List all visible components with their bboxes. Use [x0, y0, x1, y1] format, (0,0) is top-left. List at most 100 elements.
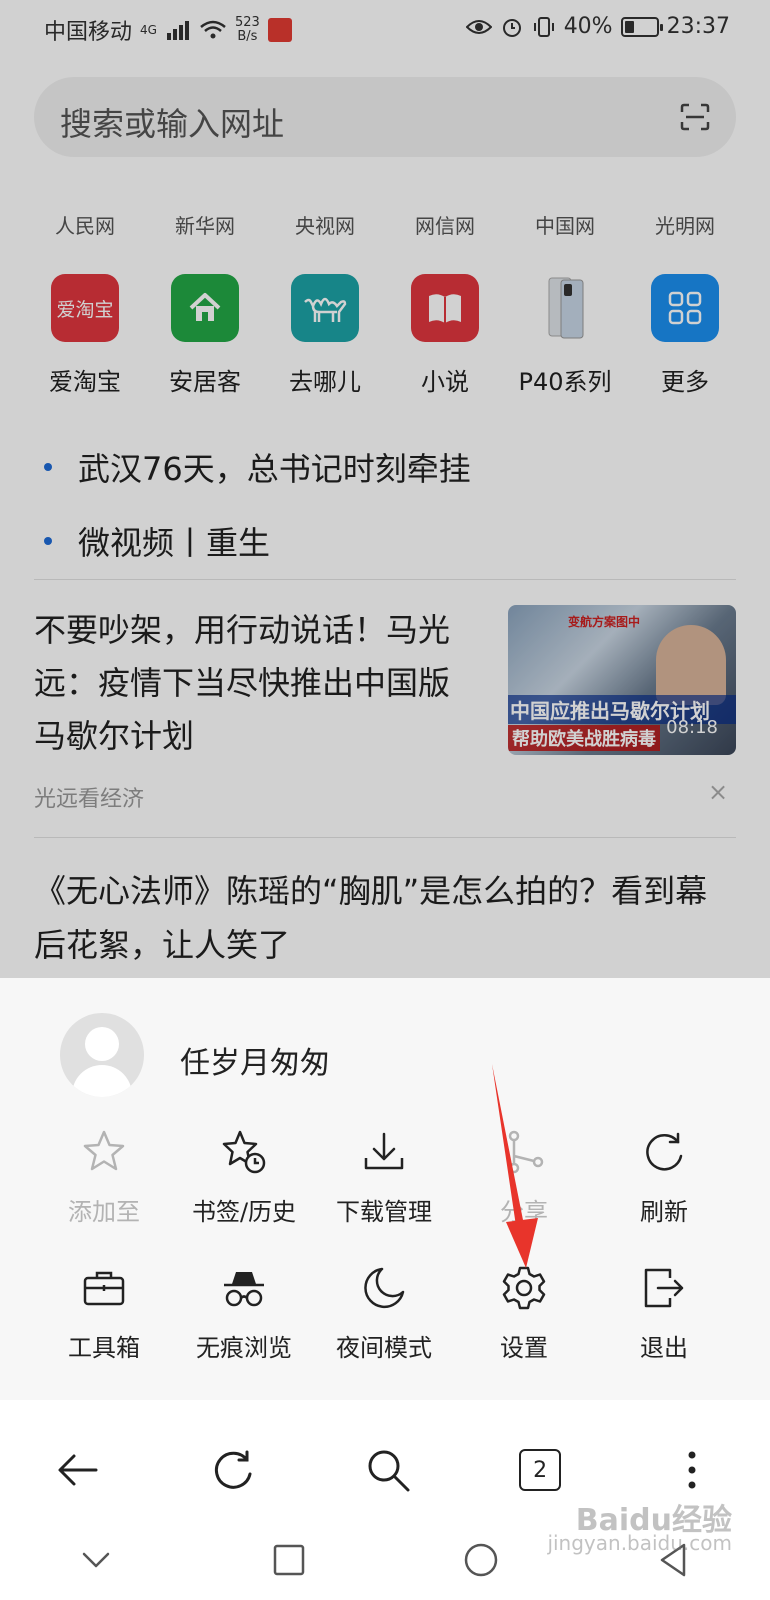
wifi-icon [200, 20, 226, 39]
quick-link[interactable]: 人民网 [25, 210, 145, 239]
refresh-icon[interactable] [209, 1446, 257, 1494]
gear-icon [502, 1266, 546, 1310]
quick-link[interactable]: 央视网 [265, 210, 385, 239]
app-shortcut-qunar[interactable]: 去哪儿 [265, 274, 385, 397]
menu-label: 书签/历史 [191, 1198, 297, 1226]
app-notification-icon [267, 18, 292, 42]
app-label: 爱淘宝 [49, 368, 121, 396]
watermark: Baidu经验 jingyan.baidu.com [547, 1503, 732, 1555]
taobao-icon-text: 爱淘宝 [56, 298, 114, 321]
menu-night-mode[interactable]: 夜间模式 [314, 1264, 454, 1363]
menu-label: 工具箱 [68, 1334, 140, 1362]
article-title: 《无心法师》陈瑶的“胸肌”是怎么拍的？看到幕后花絮，让人笑了 [34, 872, 708, 964]
share-icon [508, 1130, 544, 1174]
moon-icon [364, 1267, 405, 1309]
home-circle-icon[interactable] [463, 1542, 499, 1578]
taobao-icon: 爱淘宝 [51, 274, 119, 342]
search-placeholder: 搜索或输入网址 [60, 105, 285, 143]
menu-label: 无痕浏览 [196, 1334, 292, 1362]
quick-link[interactable]: 网信网 [385, 210, 505, 239]
thumbnail-top-caption: 变航方案图中 [568, 615, 641, 629]
net-speed-unit: B/s [237, 29, 258, 44]
headline-list: 武汉76天，总书记时刻牵挂 微视频丨重生 [44, 430, 471, 578]
menu-label: 退出 [640, 1334, 688, 1362]
clock: 23:37 [666, 14, 730, 39]
menu-row-1: 添加至 书签/历史 下载管理 分享 刷新 [34, 1128, 736, 1227]
back-arrow-icon[interactable] [54, 1446, 102, 1494]
menu-incognito[interactable]: 无痕浏览 [174, 1264, 314, 1363]
net-speed: 523 B/s [235, 16, 260, 44]
search-bar[interactable]: 搜索或输入网址 [34, 77, 736, 157]
toolbox-icon [83, 1271, 125, 1306]
scan-icon[interactable] [680, 103, 710, 131]
menu-label: 添加至 [68, 1198, 140, 1226]
close-icon[interactable]: × [708, 778, 728, 806]
news-article[interactable]: 《无心法师》陈瑶的“胸肌”是怎么拍的？看到幕后花絮，让人笑了 [34, 864, 736, 972]
network-type: 4G [140, 23, 157, 37]
menu-exit[interactable]: 退出 [594, 1264, 734, 1363]
article-thumbnail[interactable]: 变航方案图中 中国应推出马歇尔计划 帮助欧美战胜病毒 08:18 [508, 605, 736, 755]
headline-text: 微视频丨重生 [78, 524, 271, 562]
app-shortcut-novel[interactable]: 小说 [385, 274, 505, 397]
quick-link[interactable]: 新华网 [145, 210, 265, 239]
menu-label: 下载管理 [336, 1198, 432, 1226]
phone-icon [531, 274, 599, 342]
menu-refresh[interactable]: 刷新 [594, 1128, 734, 1227]
vibrate-icon [533, 16, 554, 37]
quick-link[interactable]: 光明网 [625, 210, 745, 239]
grid-icon [651, 274, 719, 342]
incognito-icon [224, 1272, 264, 1307]
more-vertical-icon[interactable] [668, 1446, 716, 1494]
app-shortcut-anjuke[interactable]: 安居客 [145, 274, 265, 397]
thumbnail-caption-sub: 帮助欧美战胜病毒 [508, 725, 660, 751]
divider [34, 579, 736, 580]
menu-label: 分享 [500, 1198, 548, 1226]
alarm-icon [502, 18, 521, 37]
app-label: 小说 [421, 368, 469, 396]
book-icon [411, 274, 479, 342]
bullet-dot [44, 463, 52, 471]
article-title: 不要吵架，用行动说话！马光远：疫情下当尽快推出中国版马歇尔计划 [34, 611, 451, 755]
divider [34, 837, 736, 838]
app-label: P40系列 [518, 368, 612, 396]
username[interactable]: 任岁月匆匆 [180, 1038, 330, 1082]
watermark-brand: Baidu经验 [575, 1503, 732, 1538]
thumbnail-face [656, 625, 726, 705]
tab-switcher-button[interactable]: 2 [519, 1449, 562, 1491]
bookmark-history-icon [222, 1130, 266, 1174]
app-shortcut-more[interactable]: 更多 [625, 274, 745, 397]
menu-download-manager[interactable]: 下载管理 [314, 1128, 454, 1227]
app-shortcut-taobao[interactable]: 爱淘宝 爱淘宝 [25, 274, 145, 397]
browser-page: 中国移动 4G 523 B/s 40% 23:37 搜索或输入网址 人民网 新华… [0, 0, 770, 978]
headline-item[interactable]: 微视频丨重生 [44, 504, 471, 578]
recents-square-icon[interactable] [271, 1542, 307, 1578]
menu-label: 夜间模式 [336, 1334, 432, 1362]
headline-item[interactable]: 武汉76天，总书记时刻牵挂 [44, 430, 471, 504]
app-shortcuts: 爱淘宝 爱淘宝 安居客 去哪儿 小说 P40系列 更多 [25, 274, 745, 397]
home-icon [171, 274, 239, 342]
quick-link[interactable]: 中国网 [505, 210, 625, 239]
menu-add-to[interactable]: 添加至 [34, 1128, 174, 1227]
watermark-url: jingyan.baidu.com [547, 1531, 732, 1555]
browser-toolbar: 2 [0, 1430, 770, 1510]
menu-share[interactable]: 分享 [454, 1128, 594, 1227]
status-bar: 中国移动 4G 523 B/s 40% 23:37 [0, 0, 770, 56]
refresh-icon [646, 1132, 683, 1171]
star-icon [83, 1130, 125, 1171]
menu-bookmarks-history[interactable]: 书签/历史 [174, 1128, 314, 1227]
quick-links: 人民网 新华网 央视网 网信网 中国网 光明网 [25, 210, 745, 239]
net-speed-value: 523 [234, 15, 260, 30]
search-icon[interactable] [364, 1446, 412, 1494]
menu-row-2: 工具箱 无痕浏览 夜间模式 设置 退出 [34, 1264, 736, 1363]
avatar[interactable] [60, 1013, 144, 1097]
menu-settings[interactable]: 设置 [454, 1264, 594, 1363]
menu-toolbox[interactable]: 工具箱 [34, 1264, 174, 1363]
app-label: 安居客 [169, 368, 241, 396]
exit-icon [644, 1268, 684, 1308]
video-duration: 08:18 [666, 717, 718, 738]
app-shortcut-p40[interactable]: P40系列 [505, 274, 625, 397]
carrier-label: 中国移动 [44, 20, 133, 45]
battery-percent: 40% [563, 14, 613, 39]
chevron-down-icon[interactable] [78, 1542, 114, 1578]
camel-icon [291, 274, 359, 342]
